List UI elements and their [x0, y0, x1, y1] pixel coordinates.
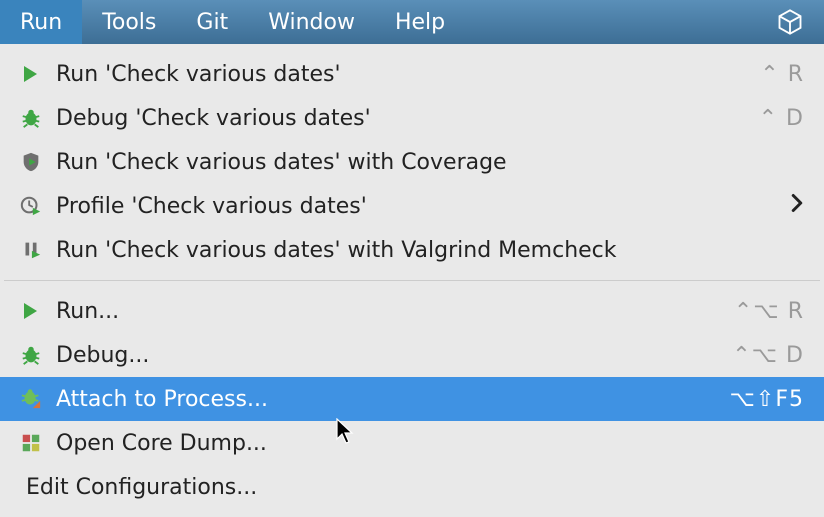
menu-item-shortcut: ⌃ R: [760, 62, 804, 87]
menu-item-debug[interactable]: Debug... ⌃⌥ D: [0, 333, 824, 377]
menu-item-shortcut: ⌃⌥ D: [732, 343, 804, 368]
menu-item-attach-to-process[interactable]: Attach to Process... ⌥⇧F5: [0, 377, 824, 421]
menu-item-label: Profile 'Check various dates': [56, 194, 367, 219]
menu-item-run[interactable]: Run... ⌃⌥ R: [0, 289, 824, 333]
chevron-right-icon: [790, 193, 804, 219]
run-menu-dropdown: Run 'Check various dates' ⌃ R Debug 'Che…: [0, 44, 824, 509]
menu-item-open-core-dump[interactable]: Open Core Dump...: [0, 421, 824, 465]
menu-item-label: Run 'Check various dates' with Valgrind …: [56, 238, 617, 263]
menubar-item-git[interactable]: Git: [176, 0, 248, 44]
attach-process-icon: [20, 388, 56, 410]
bug-icon: [20, 344, 56, 366]
valgrind-icon: [20, 239, 56, 261]
menu-item-label: Run...: [56, 299, 119, 324]
shield-play-icon: [20, 151, 56, 173]
menu-item-shortcut: ⌃⌥ R: [734, 299, 804, 324]
menu-item-edit-configurations[interactable]: Edit Configurations...: [0, 465, 824, 509]
core-dump-icon: [20, 432, 56, 454]
menubar-label: Tools: [102, 10, 156, 35]
menubar-item-window[interactable]: Window: [248, 0, 375, 44]
menubar-label: Run: [20, 10, 62, 35]
menubar-item-run[interactable]: Run: [0, 0, 82, 44]
menubar-item-help[interactable]: Help: [375, 0, 465, 44]
menubar-label: Git: [196, 10, 228, 35]
menu-item-shortcut: ⌥⇧F5: [730, 387, 804, 412]
menu-item-debug-config[interactable]: Debug 'Check various dates' ⌃ D: [0, 96, 824, 140]
menu-item-label: Debug...: [56, 343, 149, 368]
menubar-label: Help: [395, 10, 445, 35]
cube-icon[interactable]: [756, 8, 824, 36]
menu-item-label: Run 'Check various dates': [56, 62, 341, 87]
menu-item-shortcut: ⌃ D: [759, 106, 804, 131]
bug-icon: [20, 107, 56, 129]
menu-item-run-valgrind[interactable]: Run 'Check various dates' with Valgrind …: [0, 228, 824, 272]
menu-item-label: Debug 'Check various dates': [56, 106, 371, 131]
play-icon: [20, 64, 56, 84]
menu-separator: [4, 280, 820, 281]
clock-play-icon: [20, 195, 56, 217]
menu-item-label: Run 'Check various dates' with Coverage: [56, 150, 507, 175]
menubar: Run Tools Git Window Help: [0, 0, 824, 44]
menu-item-label: Attach to Process...: [56, 387, 268, 412]
menu-item-profile[interactable]: Profile 'Check various dates': [0, 184, 824, 228]
menu-item-label: Open Core Dump...: [56, 431, 267, 456]
menu-item-run-coverage[interactable]: Run 'Check various dates' with Coverage: [0, 140, 824, 184]
menubar-label: Window: [268, 10, 355, 35]
menu-item-run-config[interactable]: Run 'Check various dates' ⌃ R: [0, 52, 824, 96]
menu-item-label: Edit Configurations...: [26, 475, 257, 500]
play-icon: [20, 301, 56, 321]
menubar-item-tools[interactable]: Tools: [82, 0, 176, 44]
